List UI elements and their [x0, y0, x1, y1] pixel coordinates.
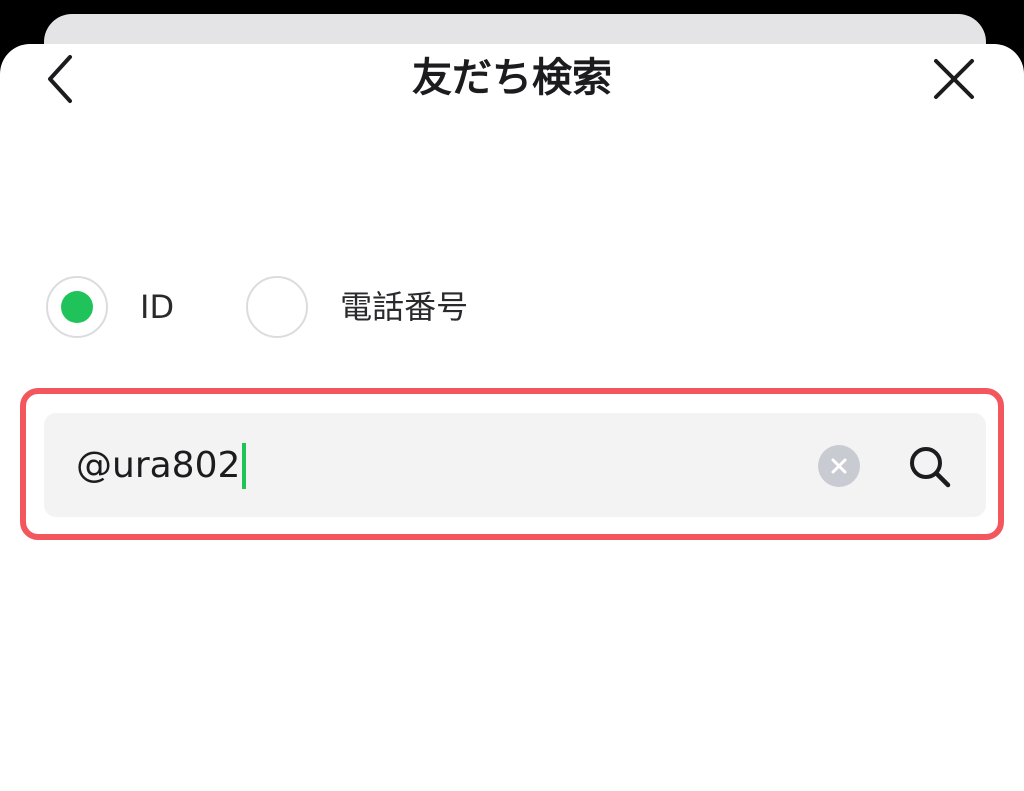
search-input[interactable]: @ura802 [76, 443, 247, 489]
page-title: 友だち検索 [412, 55, 612, 101]
search-field[interactable]: @ura802 [44, 413, 986, 517]
radio-option-id[interactable]: ID [46, 276, 174, 338]
text-caret [242, 443, 247, 489]
search-button[interactable] [900, 437, 960, 497]
radio-button-phone[interactable] [246, 276, 309, 338]
radio-label-phone: 電話番号 [340, 288, 469, 326]
close-icon [934, 59, 974, 99]
radio-button-id[interactable] [46, 276, 108, 338]
screen: 友だち検索 ID 電話番号 @ura802 [0, 0, 1024, 791]
radio-label-id: ID [140, 288, 175, 326]
radio-selected-dot [61, 291, 93, 323]
radio-option-phone[interactable]: 電話番号 [246, 276, 468, 338]
close-button[interactable] [922, 47, 986, 111]
search-type-radio-group: ID 電話番号 [46, 276, 468, 338]
clear-button[interactable] [818, 445, 860, 487]
clear-icon [831, 458, 847, 474]
search-input-value: @ura802 [76, 445, 241, 486]
search-icon [910, 447, 951, 488]
